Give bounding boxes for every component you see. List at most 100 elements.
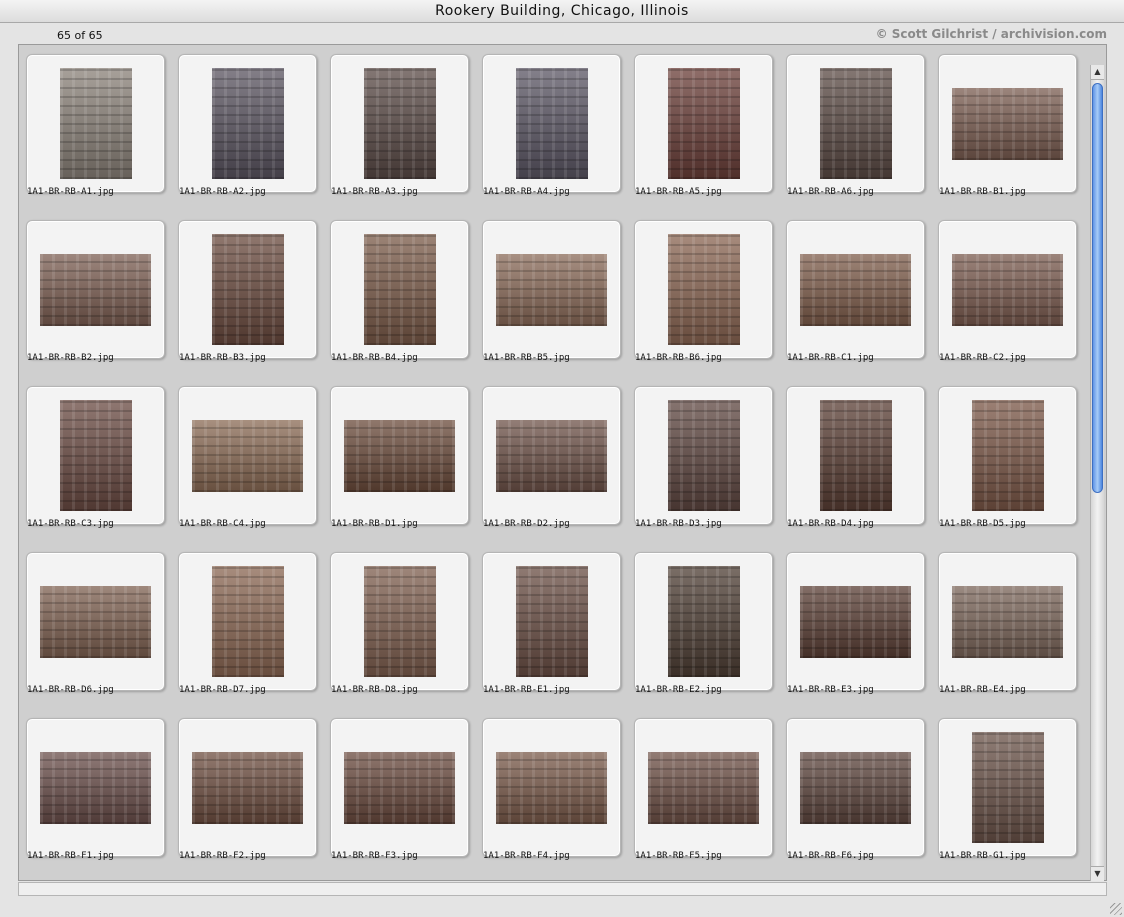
thumbnail-item[interactable]: 1A1-BR-RB-E4.jpg xyxy=(931,543,1083,703)
slide-frame[interactable] xyxy=(330,54,469,193)
slide-frame[interactable] xyxy=(26,718,165,857)
thumbnail-image[interactable] xyxy=(363,234,436,345)
thumbnail-image[interactable] xyxy=(40,585,151,658)
thumbnail-item[interactable]: 1A1-BR-RB-B5.jpg xyxy=(475,211,627,371)
thumbnail-image[interactable] xyxy=(363,566,436,677)
horizontal-scrollbar[interactable] xyxy=(18,882,1107,896)
thumbnail-image[interactable] xyxy=(800,253,911,326)
thumbnail-item[interactable]: 1A1-BR-RB-F2.jpg xyxy=(171,709,323,869)
thumbnail-image[interactable] xyxy=(515,566,588,677)
thumbnail-image[interactable] xyxy=(496,419,607,492)
thumbnail-image[interactable] xyxy=(667,234,740,345)
thumbnail-image[interactable] xyxy=(59,68,132,179)
thumbnail-item[interactable]: 1A1-BR-RB-F1.jpg xyxy=(19,709,171,869)
thumbnail-image[interactable] xyxy=(192,419,303,492)
thumbnail-item[interactable]: 1A1-BR-RB-E1.jpg xyxy=(475,543,627,703)
thumbnail-image[interactable] xyxy=(211,234,284,345)
slide-frame[interactable] xyxy=(26,552,165,691)
slide-frame[interactable] xyxy=(26,54,165,193)
scroll-down-icon[interactable]: ▼ xyxy=(1091,866,1104,881)
thumbnail-image[interactable] xyxy=(971,400,1044,511)
thumbnail-item[interactable]: 1A1-BR-RB-D7.jpg xyxy=(171,543,323,703)
thumbnail-image[interactable] xyxy=(952,87,1063,160)
slide-frame[interactable] xyxy=(482,386,621,525)
slide-frame[interactable] xyxy=(178,220,317,359)
slide-frame[interactable] xyxy=(786,552,925,691)
thumbnail-item[interactable]: 1A1-BR-RB-D4.jpg xyxy=(779,377,931,537)
thumbnail-item[interactable]: 1A1-BR-RB-D2.jpg xyxy=(475,377,627,537)
thumbnail-image[interactable] xyxy=(496,253,607,326)
thumbnail-image[interactable] xyxy=(819,400,892,511)
thumbnail-image[interactable] xyxy=(344,419,455,492)
thumbnail-item[interactable]: 1A1-BR-RB-B6.jpg xyxy=(627,211,779,371)
slide-frame[interactable] xyxy=(482,718,621,857)
thumbnail-image[interactable] xyxy=(363,68,436,179)
slide-frame[interactable] xyxy=(482,220,621,359)
thumbnail-item[interactable]: 1A1-BR-RB-B4.jpg xyxy=(323,211,475,371)
slide-frame[interactable] xyxy=(26,386,165,525)
slide-frame[interactable] xyxy=(482,552,621,691)
thumbnail-image[interactable] xyxy=(344,751,455,824)
slide-frame[interactable] xyxy=(786,718,925,857)
thumbnail-item[interactable]: 1A1-BR-RB-F5.jpg xyxy=(627,709,779,869)
thumbnail-image[interactable] xyxy=(667,68,740,179)
thumbnail-image[interactable] xyxy=(971,732,1044,843)
scroll-thumb[interactable] xyxy=(1092,83,1103,493)
slide-frame[interactable] xyxy=(178,718,317,857)
thumbnail-item[interactable]: 1A1-BR-RB-C1.jpg xyxy=(779,211,931,371)
thumbnail-image[interactable] xyxy=(800,585,911,658)
vertical-scrollbar[interactable]: ▲ ▼ xyxy=(1090,65,1104,881)
thumbnail-item[interactable]: 1A1-BR-RB-C3.jpg xyxy=(19,377,171,537)
thumbnail-item[interactable]: 1A1-BR-RB-A5.jpg xyxy=(627,45,779,205)
window-title-bar[interactable]: Rookery Building, Chicago, Illinois xyxy=(0,0,1124,23)
thumbnail-item[interactable]: 1A1-BR-RB-D5.jpg xyxy=(931,377,1083,537)
thumbnail-item[interactable]: 1A1-BR-RB-A1.jpg xyxy=(19,45,171,205)
thumbnail-image[interactable] xyxy=(59,400,132,511)
slide-frame[interactable] xyxy=(634,386,773,525)
slide-frame[interactable] xyxy=(938,718,1077,857)
thumbnail-item[interactable]: 1A1-BR-RB-D1.jpg xyxy=(323,377,475,537)
slide-frame[interactable] xyxy=(634,718,773,857)
thumbnail-image[interactable] xyxy=(211,566,284,677)
thumbnail-item[interactable]: 1A1-BR-RB-C4.jpg xyxy=(171,377,323,537)
thumbnail-image[interactable] xyxy=(952,585,1063,658)
thumbnail-item[interactable]: 1A1-BR-RB-D3.jpg xyxy=(627,377,779,537)
slide-frame[interactable] xyxy=(330,552,469,691)
thumbnail-item[interactable]: 1A1-BR-RB-D6.jpg xyxy=(19,543,171,703)
slide-frame[interactable] xyxy=(482,54,621,193)
slide-frame[interactable] xyxy=(634,552,773,691)
thumbnail-item[interactable]: 1A1-BR-RB-D8.jpg xyxy=(323,543,475,703)
scroll-up-icon[interactable]: ▲ xyxy=(1091,65,1104,80)
slide-frame[interactable] xyxy=(330,386,469,525)
slide-frame[interactable] xyxy=(330,220,469,359)
slide-frame[interactable] xyxy=(178,386,317,525)
slide-frame[interactable] xyxy=(938,54,1077,193)
thumbnail-item[interactable]: 1A1-BR-RB-F6.jpg xyxy=(779,709,931,869)
thumbnail-image[interactable] xyxy=(40,751,151,824)
thumbnail-image[interactable] xyxy=(192,751,303,824)
slide-frame[interactable] xyxy=(938,552,1077,691)
thumbnail-image[interactable] xyxy=(515,68,588,179)
thumbnail-item[interactable]: 1A1-BR-RB-A2.jpg xyxy=(171,45,323,205)
slide-frame[interactable] xyxy=(178,552,317,691)
thumbnail-item[interactable]: 1A1-BR-RB-C2.jpg xyxy=(931,211,1083,371)
thumbnail-image[interactable] xyxy=(819,68,892,179)
thumbnail-image[interactable] xyxy=(648,751,759,824)
resize-grip-icon[interactable] xyxy=(1110,903,1122,915)
thumbnail-image[interactable] xyxy=(211,68,284,179)
slide-frame[interactable] xyxy=(330,718,469,857)
slide-frame[interactable] xyxy=(786,220,925,359)
slide-frame[interactable] xyxy=(786,54,925,193)
slide-frame[interactable] xyxy=(634,54,773,193)
thumbnail-item[interactable]: 1A1-BR-RB-B1.jpg xyxy=(931,45,1083,205)
thumbnail-item[interactable]: 1A1-BR-RB-E3.jpg xyxy=(779,543,931,703)
thumbnail-image[interactable] xyxy=(496,751,607,824)
thumbnail-image[interactable] xyxy=(952,253,1063,326)
slide-frame[interactable] xyxy=(178,54,317,193)
thumbnail-image[interactable] xyxy=(800,751,911,824)
thumbnail-item[interactable]: 1A1-BR-RB-A3.jpg xyxy=(323,45,475,205)
thumbnail-item[interactable]: 1A1-BR-RB-G1.jpg xyxy=(931,709,1083,869)
thumbnail-item[interactable]: 1A1-BR-RB-A6.jpg xyxy=(779,45,931,205)
thumbnail-item[interactable]: 1A1-BR-RB-E2.jpg xyxy=(627,543,779,703)
thumbnail-item[interactable]: 1A1-BR-RB-F3.jpg xyxy=(323,709,475,869)
